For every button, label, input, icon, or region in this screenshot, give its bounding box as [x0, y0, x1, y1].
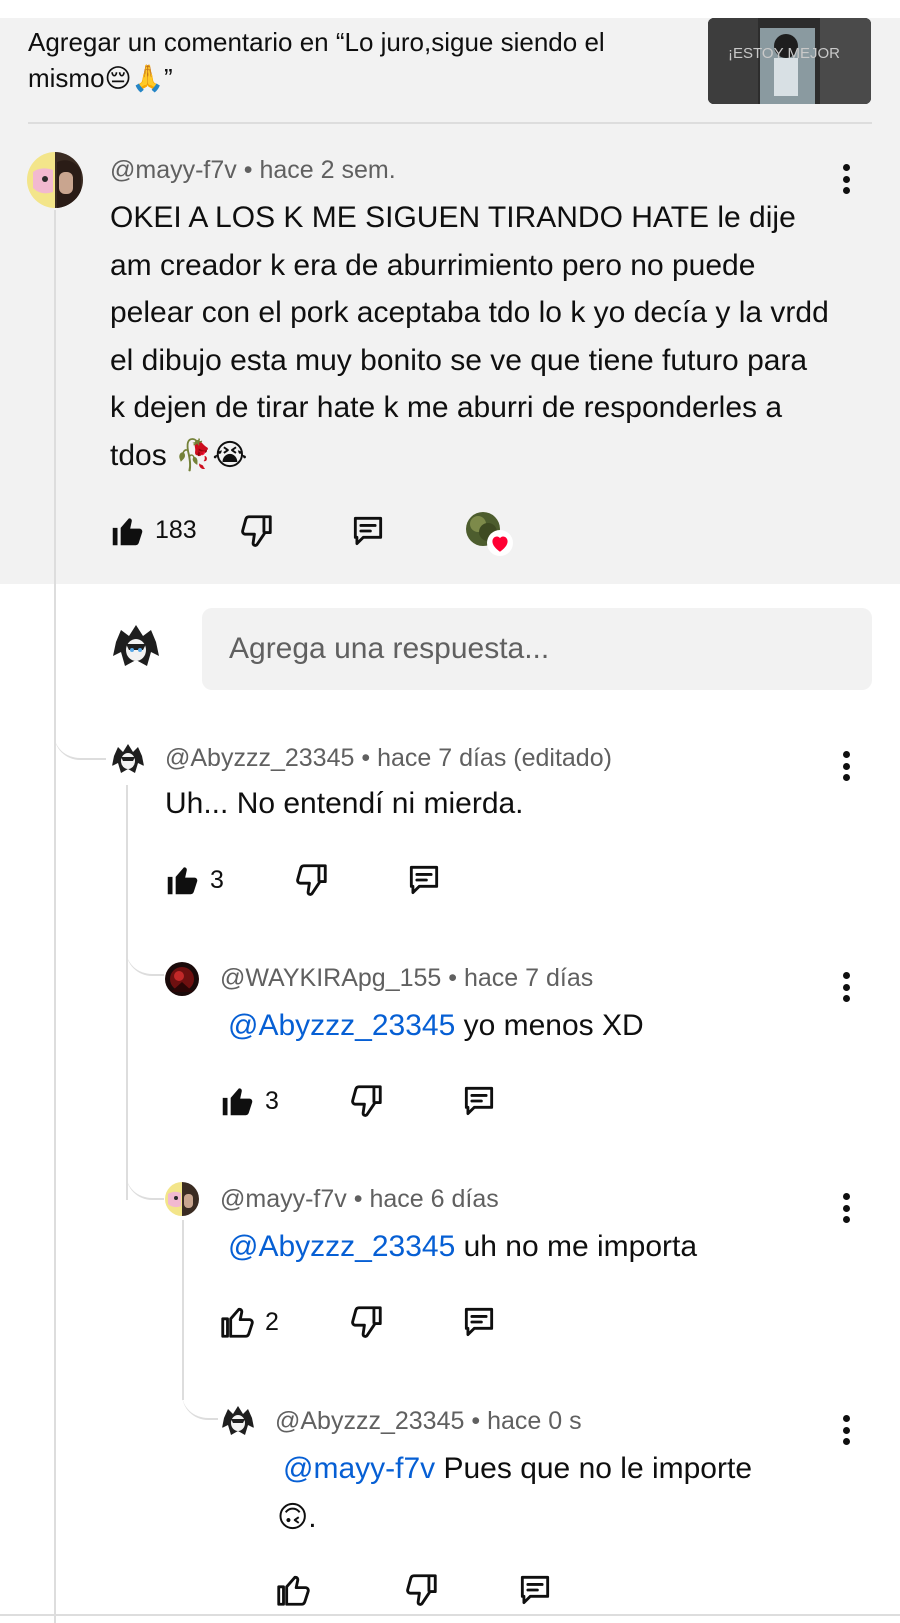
thread-line-main [54, 210, 56, 1623]
reply-time: hace 0 s [487, 1407, 582, 1435]
reply-time: hace 6 días [369, 1185, 499, 1213]
mention-link[interactable]: @mayy-f7v [283, 1452, 435, 1485]
comment-header: @mayy-f7v • hace 2 sem. [110, 156, 396, 185]
reply-author[interactable]: @Abyzzz_23345 [165, 744, 354, 772]
separator-dot: • [243, 156, 253, 184]
reply-text-body: yo menos XD [455, 1009, 644, 1042]
avatar[interactable] [165, 962, 199, 996]
comment-time: hace 2 sem. [259, 156, 396, 184]
reply-input-box[interactable] [202, 608, 872, 690]
separator-dot: • [353, 1185, 363, 1213]
avatar[interactable] [165, 1182, 199, 1216]
dislike-icon[interactable] [237, 512, 275, 550]
like-icon-filled[interactable] [218, 1082, 256, 1120]
reply-text: Uh... No entendí ni mierda. [165, 787, 524, 820]
like-icon-filled[interactable] [163, 861, 201, 899]
reply-icon[interactable] [405, 861, 443, 899]
like-icon[interactable] [274, 1571, 312, 1609]
video-thumbnail[interactable]: ¡ESTOY MEJOR [708, 18, 871, 104]
dislike-icon[interactable] [402, 1571, 440, 1609]
thumbnail-text: ¡ESTOY MEJOR [728, 45, 840, 62]
avatar[interactable] [221, 1404, 255, 1438]
more-options-icon[interactable] [834, 160, 858, 198]
more-options-icon[interactable] [834, 1411, 858, 1449]
current-user-avatar [111, 622, 161, 672]
reply-input[interactable] [202, 608, 872, 690]
thread-curve-4 [182, 1380, 218, 1420]
dislike-icon[interactable] [347, 1303, 385, 1341]
reply-header: @Abyzzz_23345 • hace 0 s [275, 1407, 582, 1436]
avatar[interactable] [111, 742, 145, 776]
reply-header: @Abyzzz_23345 • hace 7 días (editado) [165, 744, 612, 773]
reply-author[interactable]: @Abyzzz_23345 [275, 1407, 464, 1435]
like-count: 2 [265, 1308, 279, 1336]
mention-link[interactable]: @Abyzzz_23345 [228, 1009, 455, 1042]
reply-author[interactable]: @mayy-f7v [220, 1185, 347, 1213]
separator-dot: • [448, 964, 458, 992]
reply-time: hace 7 días [464, 964, 594, 992]
reply-text: @mayy-f7v Pues que no le importe [283, 1445, 752, 1493]
reply-icon[interactable] [349, 512, 387, 550]
more-options-icon[interactable] [834, 747, 858, 785]
like-count: 3 [265, 1087, 279, 1115]
comment-text: OKEI A LOS K ME SIGUEN TIRANDO HATE le d… [110, 201, 829, 472]
thread-curve-1 [54, 700, 106, 760]
reply-time: hace 7 días (editado) [377, 744, 612, 772]
reply-author[interactable]: @WAYKIRApg_155 [220, 964, 441, 992]
like-count: 183 [155, 516, 197, 544]
heart-icon [487, 530, 513, 556]
reply-text-line2: 🙃. [277, 1501, 317, 1534]
mention-link[interactable]: @Abyzzz_23345 [228, 1230, 455, 1263]
reply-text: @Abyzzz_23345 yo menos XD [228, 1002, 644, 1050]
reply-text-body: Pues que no le importe [435, 1452, 753, 1485]
separator-dot: • [471, 1407, 481, 1435]
reply-text: @Abyzzz_23345 uh no me importa [228, 1223, 697, 1271]
avatar[interactable] [27, 152, 83, 208]
reply-icon[interactable] [460, 1303, 498, 1341]
like-icon-filled[interactable] [108, 512, 146, 550]
thread-curve-2 [126, 950, 164, 976]
reply-icon[interactable] [516, 1571, 554, 1609]
reply-icon[interactable] [460, 1082, 498, 1120]
more-options-icon[interactable] [834, 968, 858, 1006]
thread-line-bottom [0, 1614, 900, 1616]
video-context-text: Agregar un comentario en “Lo juro,sigue … [28, 27, 605, 93]
dislike-icon[interactable] [347, 1082, 385, 1120]
reply-header: @WAYKIRApg_155 • hace 7 días [220, 964, 593, 993]
reply-text-body: uh no me importa [455, 1230, 698, 1263]
dislike-icon[interactable] [292, 861, 330, 899]
like-icon[interactable] [218, 1303, 256, 1341]
more-options-icon[interactable] [834, 1189, 858, 1227]
thread-line-sub2 [182, 1220, 184, 1400]
comment-author[interactable]: @mayy-f7v [110, 156, 237, 184]
thread-line-sub [126, 785, 128, 1200]
header-divider [28, 122, 872, 124]
reply-header: @mayy-f7v • hace 6 días [220, 1185, 499, 1214]
separator-dot: • [361, 744, 371, 772]
thread-curve-3 [126, 1170, 164, 1200]
top-strip [0, 0, 900, 18]
like-count: 3 [210, 866, 224, 894]
